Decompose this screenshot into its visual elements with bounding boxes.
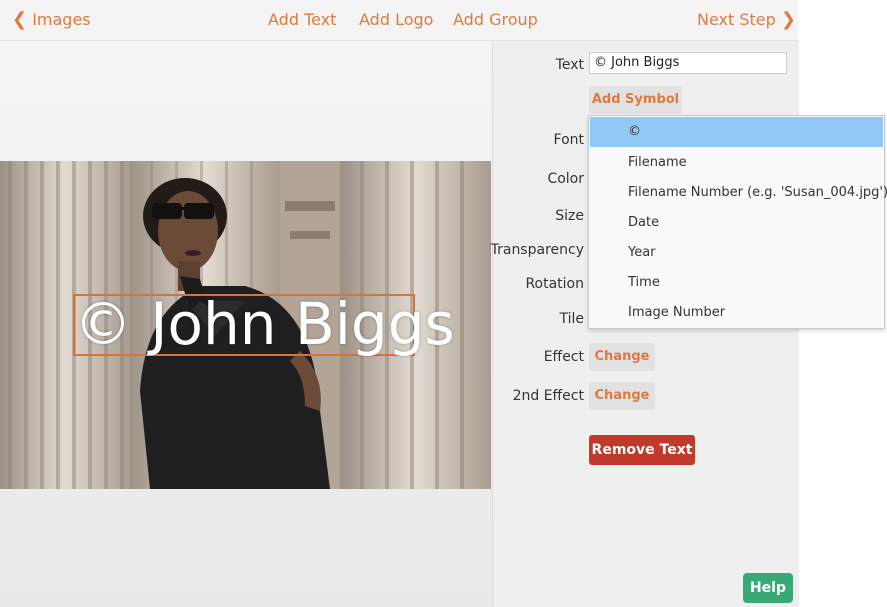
symbol-item-time[interactable]: Time [590, 268, 883, 298]
top-nav-bar: ❮ Images Add Text Add Logo Add Group Nex… [0, 0, 798, 41]
remove-text-button[interactable]: Remove Text [589, 435, 695, 465]
chevron-left-icon: ❮ [12, 9, 28, 30]
watermark-text[interactable]: © John Biggs [74, 289, 455, 359]
text-input[interactable]: © John Biggs [589, 52, 787, 74]
back-label: Images [32, 10, 91, 29]
symbol-item-copyright[interactable]: © [590, 117, 883, 147]
next-label: Next Step [697, 10, 776, 29]
photo-preview: © John Biggs [0, 161, 491, 489]
add-logo-link[interactable]: Add Logo [359, 10, 433, 30]
second-effect-change-button[interactable]: Change [589, 382, 655, 410]
font-label: Font [553, 132, 584, 148]
symbol-item-image-number[interactable]: Image Number [590, 298, 883, 328]
second-effect-label: 2nd Effect [512, 388, 584, 404]
symbol-item-filename[interactable]: Filename [590, 148, 883, 178]
chevron-right-icon: ❯ [780, 9, 796, 30]
preview-area: © John Biggs [0, 41, 492, 607]
add-group-link[interactable]: Add Group [453, 10, 538, 30]
effect-change-button[interactable]: Change [589, 343, 655, 371]
transparency-label: Transparency [490, 242, 584, 258]
symbol-item-year[interactable]: Year [590, 238, 883, 268]
rotation-label: Rotation [525, 276, 584, 292]
symbol-item-filename-number[interactable]: Filename Number (e.g. 'Susan_004.jpg') [590, 178, 887, 208]
tile-label: Tile [559, 311, 584, 327]
size-label: Size [555, 208, 584, 224]
symbol-dropdown-menu: © Filename Filename Number (e.g. 'Susan_… [588, 115, 887, 329]
add-symbol-button[interactable]: Add Symbol [589, 86, 682, 114]
color-label: Color [547, 171, 584, 187]
next-step-link[interactable]: Next Step ❯ [697, 10, 796, 30]
text-label: Text [555, 57, 584, 73]
symbol-item-date[interactable]: Date [590, 208, 883, 238]
help-button[interactable]: Help [743, 573, 793, 603]
back-to-images-link[interactable]: ❮ Images [12, 10, 91, 30]
effect-label: Effect [543, 349, 584, 365]
add-text-link[interactable]: Add Text [268, 10, 336, 30]
